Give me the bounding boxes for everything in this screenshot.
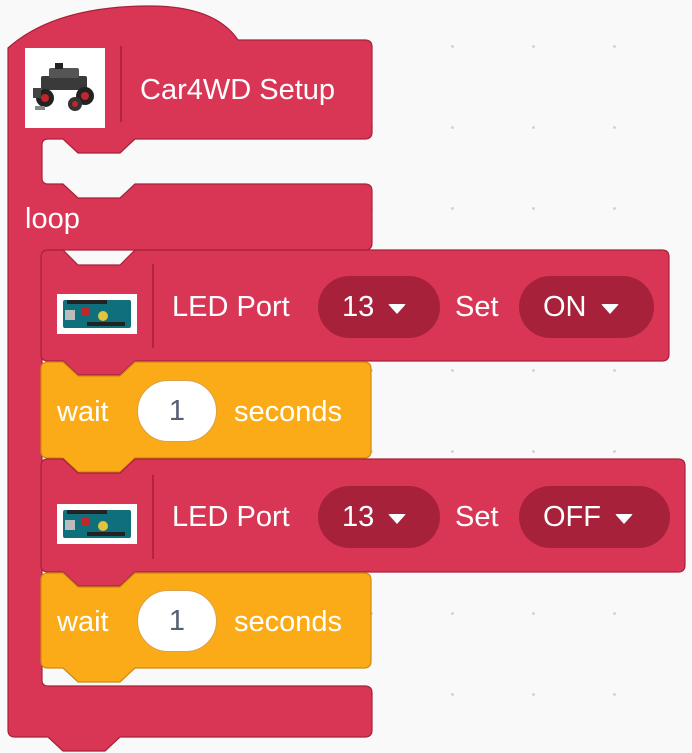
loop-label: loop [25, 203, 80, 235]
led1-state-value: ON [543, 290, 587, 323]
led1-divider [152, 264, 154, 348]
chevron-down-icon [388, 303, 407, 314]
led1-label: LED Port [172, 291, 290, 323]
setup-block-label: Car4WD Setup [140, 74, 336, 106]
car4wd-robot-icon [25, 48, 105, 128]
wait2-unit-label: seconds [234, 606, 343, 638]
wait2-seconds-input[interactable]: 1 [137, 590, 217, 652]
led2-label: LED Port [172, 501, 290, 533]
led1-port-value: 13 [342, 290, 375, 323]
led2-port-value: 13 [342, 500, 375, 533]
led1-state-dropdown[interactable]: ON [519, 276, 654, 338]
chevron-down-icon [388, 513, 407, 524]
wait1-seconds-input[interactable]: 1 [137, 380, 217, 442]
led2-divider [152, 475, 154, 559]
led2-port-dropdown[interactable]: 13 [318, 486, 440, 548]
wait1-label: wait [57, 396, 109, 428]
led1-set-label: Set [455, 291, 499, 323]
chevron-down-icon [600, 303, 619, 314]
led2-state-value: OFF [543, 500, 601, 533]
led2-state-dropdown[interactable]: OFF [519, 486, 670, 548]
arduino-board-icon [57, 294, 137, 334]
arduino-board-icon [57, 504, 137, 544]
setup-divider [120, 46, 122, 122]
wait1-seconds-value: 1 [168, 394, 186, 427]
led1-port-dropdown[interactable]: 13 [318, 276, 440, 338]
wait2-label: wait [57, 606, 109, 638]
chevron-down-icon [615, 513, 633, 524]
led2-set-label: Set [455, 501, 499, 533]
wait1-unit-label: seconds [234, 396, 343, 428]
wait2-seconds-value: 1 [168, 604, 186, 637]
